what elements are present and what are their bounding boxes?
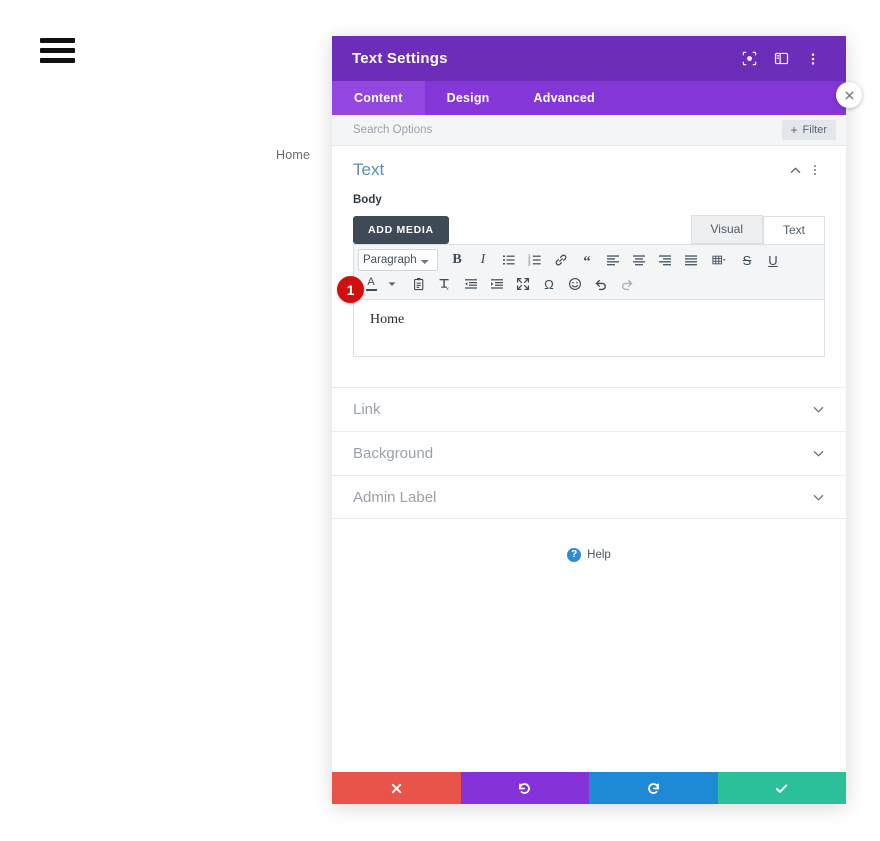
add-media-button[interactable]: ADD MEDIA: [353, 216, 449, 244]
editor-toolbar: Paragraph B I 1 2 3 “ S U A x Ω: [354, 245, 824, 300]
clear-formatting-icon[interactable]: x: [434, 273, 456, 295]
search-options-bar: + Filter: [332, 115, 846, 146]
svg-text:x: x: [446, 286, 449, 291]
accordion-item-background[interactable]: Background: [332, 431, 846, 475]
filter-button[interactable]: + Filter: [781, 120, 836, 140]
align-left-icon[interactable]: [602, 249, 624, 271]
hamburger-menu-icon[interactable]: [40, 38, 75, 63]
modal-action-bar: [332, 772, 846, 804]
indent-icon[interactable]: [486, 273, 508, 295]
editor-content-area[interactable]: Home: [354, 300, 824, 356]
bulleted-list-icon[interactable]: [498, 249, 520, 271]
step-annotation-badge: 1: [337, 276, 364, 303]
undo-icon[interactable]: [590, 273, 612, 295]
undo-button[interactable]: [460, 772, 589, 804]
accordion-label: Admin Label: [353, 488, 437, 506]
text-color-dropdown-icon[interactable]: [386, 273, 398, 295]
align-right-icon[interactable]: [654, 249, 676, 271]
layout-panel-icon[interactable]: [768, 46, 794, 72]
svg-text:3: 3: [528, 262, 531, 267]
align-justify-icon[interactable]: [680, 249, 702, 271]
tab-advanced[interactable]: Advanced: [512, 81, 617, 115]
redo-button[interactable]: [589, 772, 718, 804]
tab-design[interactable]: Design: [425, 81, 512, 115]
hamburger-bar: [40, 48, 75, 53]
bold-icon[interactable]: B: [446, 249, 468, 271]
search-input[interactable]: [353, 124, 782, 136]
text-settings-modal: Text Settings Content Design Advanced Se…: [332, 36, 846, 804]
more-vertical-icon[interactable]: [800, 46, 826, 72]
plus-icon: +: [790, 123, 798, 137]
help-icon: ?: [567, 548, 582, 562]
editor-top-row: ADD MEDIA Visual Text: [353, 215, 825, 244]
table-icon[interactable]: [706, 249, 732, 271]
modal-tab-bar: Content Design Advanced: [332, 81, 846, 115]
tab-text[interactable]: Text: [762, 216, 825, 244]
accordion-item-link[interactable]: Link: [332, 387, 846, 431]
special-character-icon[interactable]: Ω: [538, 273, 560, 295]
cancel-button[interactable]: [332, 772, 461, 804]
format-select[interactable]: Paragraph: [358, 249, 438, 271]
body-field-label: Body: [353, 194, 382, 206]
outdent-icon[interactable]: [460, 273, 482, 295]
strikethrough-icon[interactable]: S: [736, 249, 758, 271]
hamburger-bar: [40, 58, 75, 63]
rich-text-editor: Paragraph B I 1 2 3 “ S U A x Ω Home: [353, 244, 825, 357]
save-button[interactable]: [717, 772, 846, 804]
close-icon[interactable]: [836, 82, 862, 108]
paste-as-text-icon[interactable]: [408, 273, 430, 295]
accordion-label: Background: [353, 445, 434, 462]
text-section-title: Text: [353, 160, 385, 179]
emoji-icon[interactable]: [564, 273, 586, 295]
chevron-down-icon[interactable]: [812, 447, 825, 460]
tab-content[interactable]: Content: [332, 81, 425, 115]
text-section: Text Body ADD MEDIA Visual Text Paragrap…: [332, 146, 846, 357]
options-accordion: Link Background Admin Label: [332, 387, 846, 519]
tab-visual[interactable]: Visual: [690, 215, 763, 244]
fullscreen-icon[interactable]: [512, 273, 534, 295]
text-section-header: Text: [353, 160, 825, 180]
help-label: Help: [587, 549, 611, 561]
toolbar-row-2: A x Ω: [356, 272, 822, 296]
page-home-text: Home: [276, 148, 311, 162]
toolbar-row-1: Paragraph B I 1 2 3 “ S U: [356, 248, 822, 272]
chevron-down-icon[interactable]: [812, 491, 825, 504]
chevron-down-icon[interactable]: [812, 403, 825, 416]
numbered-list-icon[interactable]: 1 2 3: [524, 249, 546, 271]
blockquote-icon[interactable]: “: [576, 249, 598, 271]
hamburger-bar: [40, 38, 75, 43]
editor-mode-tabs: Visual Text: [690, 215, 825, 244]
modal-titlebar: Text Settings: [332, 36, 846, 81]
chevron-up-icon[interactable]: [785, 160, 805, 180]
redo-icon[interactable]: [616, 273, 638, 295]
align-center-icon[interactable]: [628, 249, 650, 271]
modal-title: Text Settings: [352, 50, 448, 67]
accordion-item-admin-label[interactable]: Admin Label: [332, 475, 846, 519]
more-vertical-icon[interactable]: [805, 160, 825, 180]
filter-button-label: Filter: [802, 124, 827, 136]
accordion-label: Link: [353, 401, 381, 418]
italic-icon[interactable]: I: [472, 249, 494, 271]
focus-target-icon[interactable]: [736, 46, 762, 72]
help-link[interactable]: ? Help: [332, 548, 846, 562]
link-icon[interactable]: [550, 249, 572, 271]
underline-icon[interactable]: U: [762, 249, 784, 271]
modal-body: Text Body ADD MEDIA Visual Text Paragrap…: [332, 146, 846, 772]
